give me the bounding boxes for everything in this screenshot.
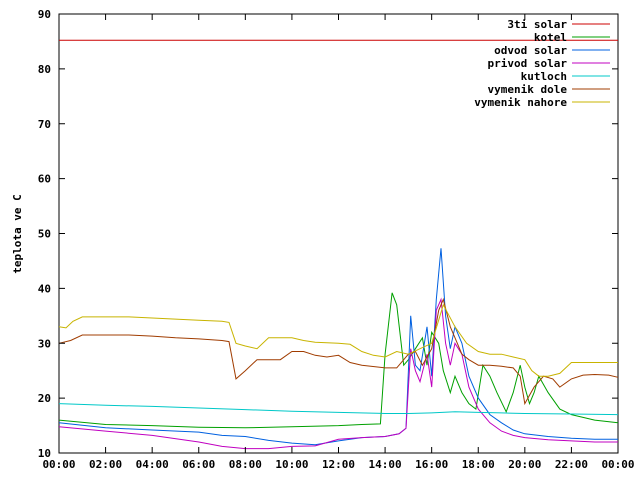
legend-label: vymenik dole — [488, 83, 568, 96]
x-tick-label: 10:00 — [275, 458, 308, 471]
series-line-kotel — [58, 292, 619, 429]
legend-label: kotel — [534, 31, 567, 44]
series-line-vymenik-dole — [58, 297, 619, 406]
y-tick-label: 70 — [38, 118, 51, 131]
x-tick-label: 20:00 — [508, 458, 541, 471]
x-tick-label: 14:00 — [369, 458, 402, 471]
legend-label: privod solar — [488, 57, 568, 70]
x-tick-label: 06:00 — [182, 458, 215, 471]
x-tick-label: 12:00 — [322, 458, 355, 471]
x-tick-label: 16:00 — [415, 458, 448, 471]
line-chart: 10203040506070809000:00 02:00 04:00 06:00 08… — [11, 8, 635, 471]
y-tick-label: 30 — [38, 337, 51, 350]
series-line-privod-solar — [58, 297, 618, 450]
y-tick-label: 60 — [38, 173, 51, 186]
legend: 3ti solarkotelodvod solarprivod solarkut… — [474, 18, 610, 109]
series-line-kutloch — [58, 403, 619, 416]
x-tick-label: 00:00 — [42, 458, 75, 471]
y-tick-label: 80 — [38, 63, 51, 76]
x-tick-label: 08:00 — [229, 458, 262, 471]
y-tick-label: 90 — [38, 8, 51, 21]
legend-label: 3ti solar — [507, 18, 567, 31]
x-tick-label: 02:00 — [89, 458, 122, 471]
y-axis-label: teplota ve C — [11, 194, 24, 273]
x-tick-label: 22:00 — [555, 458, 588, 471]
y-tick-label: 40 — [38, 282, 51, 295]
y-tick-label: 20 — [38, 392, 51, 405]
x-tick-label: 00:00 — [601, 458, 634, 471]
series-line-odvod-solar — [58, 248, 618, 446]
x-tick-label: 04:00 — [136, 458, 169, 471]
x-tick-label: 18:00 — [462, 458, 495, 471]
y-tick-label: 50 — [38, 228, 51, 241]
series-line-vymenik-nahore — [58, 303, 618, 377]
legend-label: odvod solar — [494, 44, 567, 57]
legend-label: kutloch — [521, 70, 567, 83]
legend-label: vymenik nahore — [474, 96, 567, 109]
